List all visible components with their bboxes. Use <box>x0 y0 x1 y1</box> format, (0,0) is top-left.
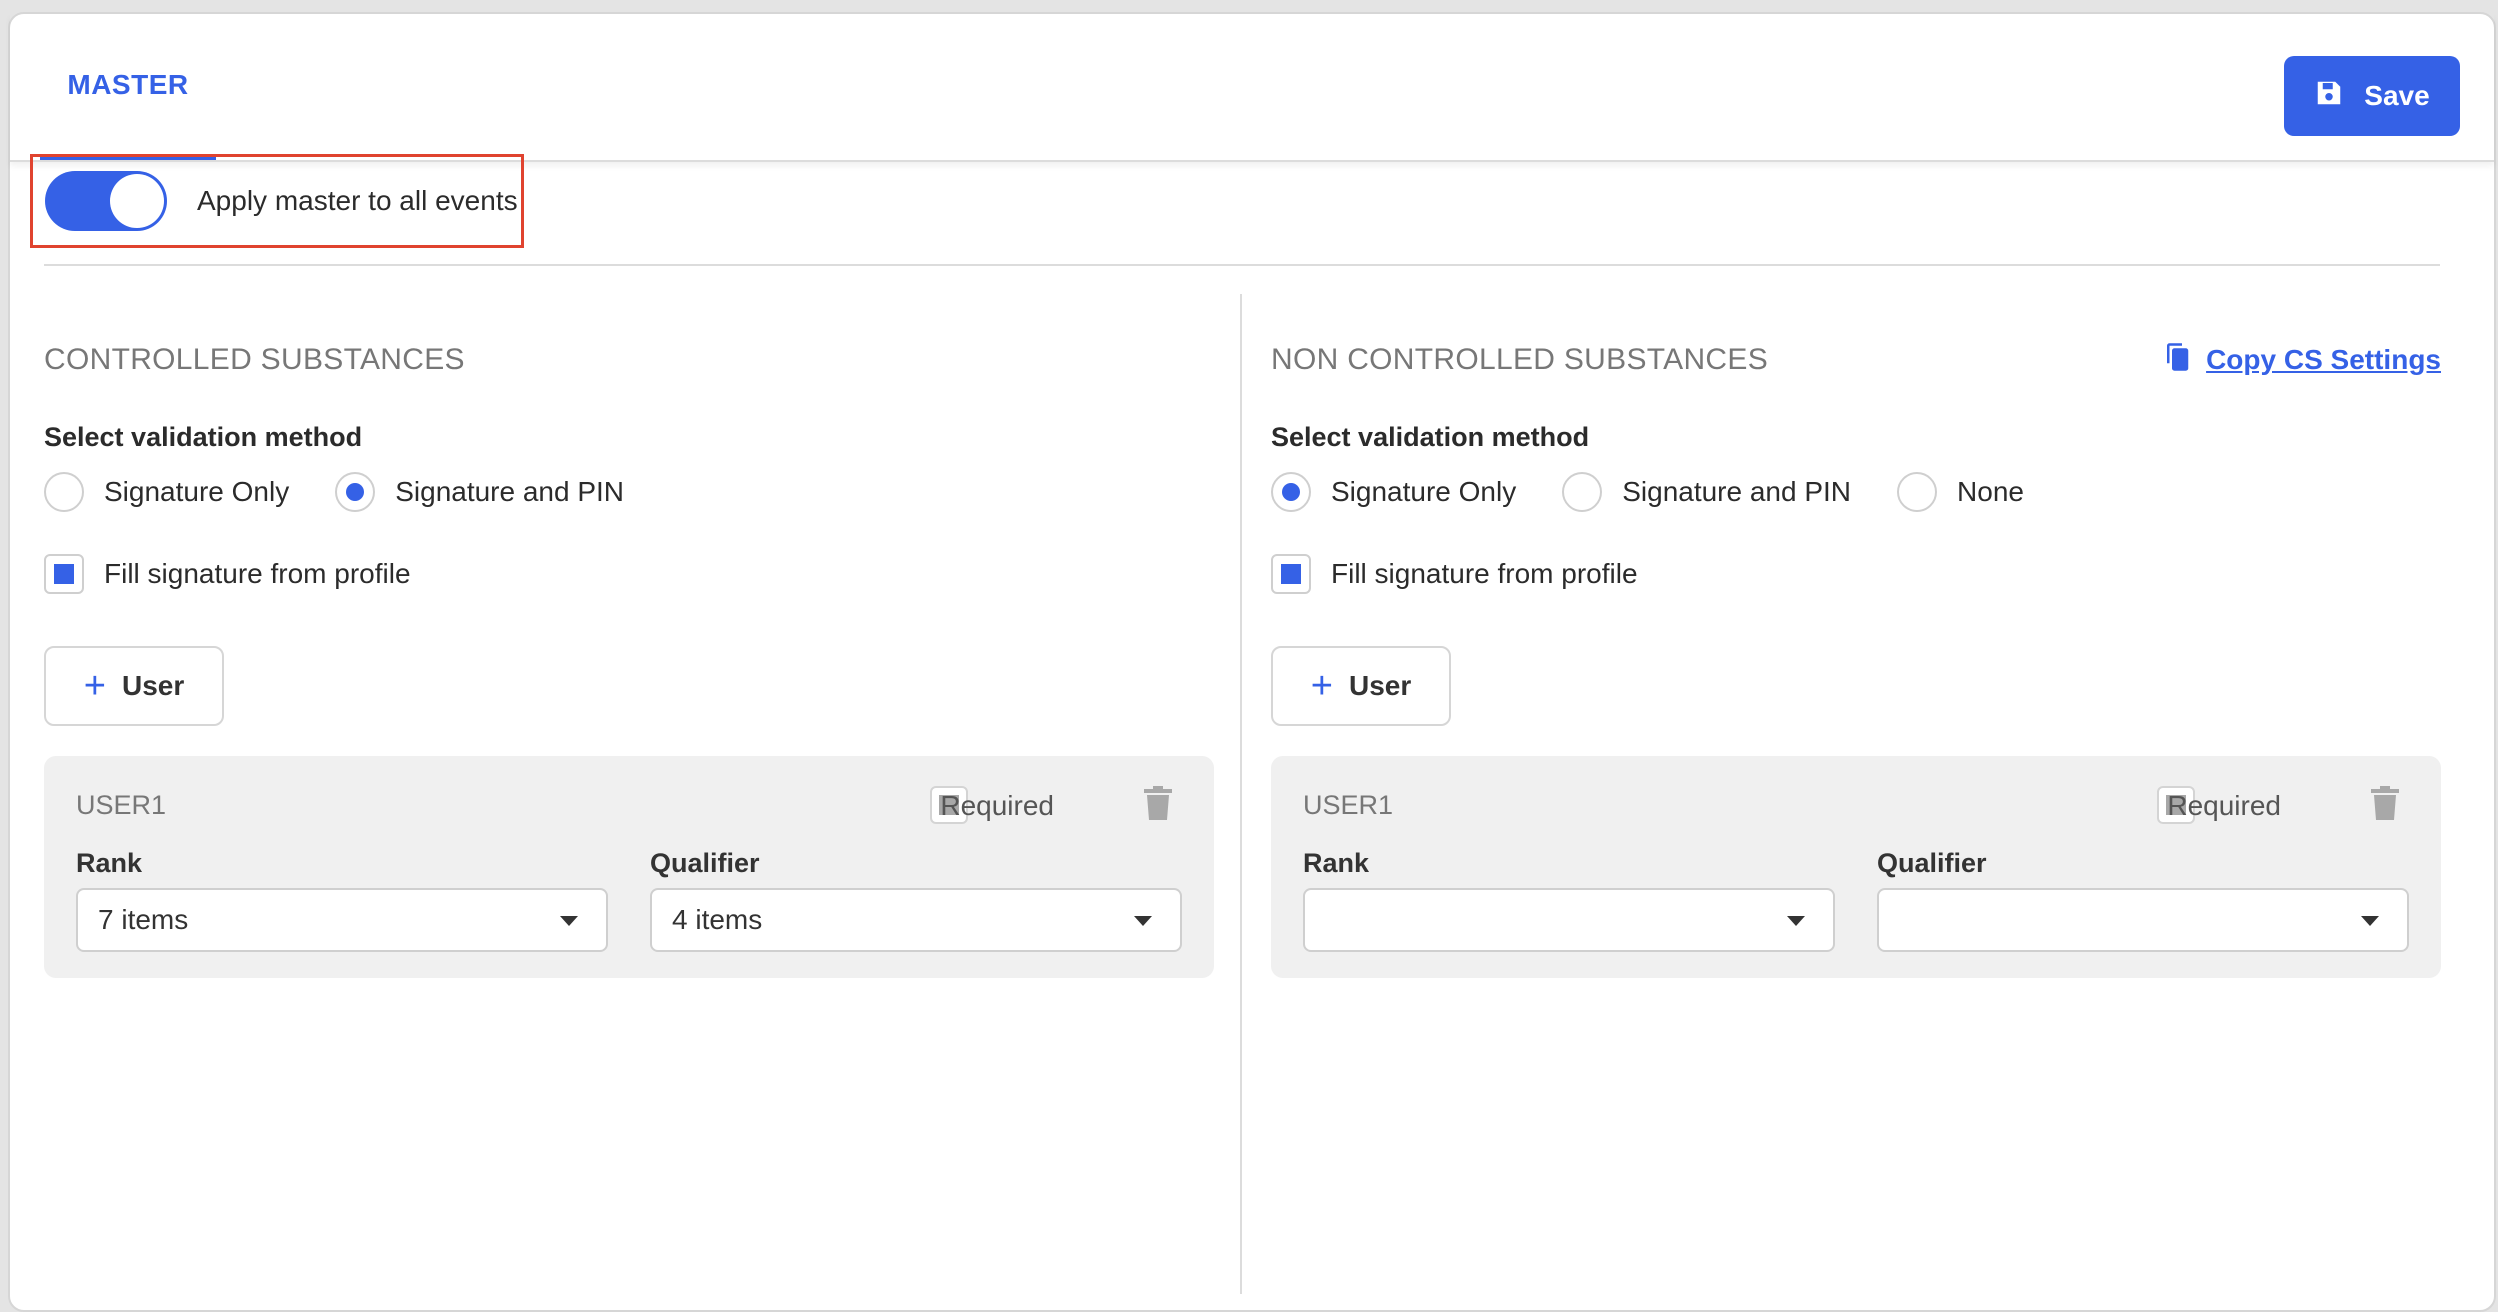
plus-icon: + <box>83 665 106 707</box>
add-user-label: User <box>121 670 185 701</box>
save-icon <box>2314 78 2344 115</box>
user-name: USER1 <box>1303 790 1394 820</box>
add-user-button[interactable]: + User <box>44 646 224 726</box>
qualifier-label: Qualifier <box>650 848 760 878</box>
user-name: USER1 <box>76 790 167 820</box>
plus-icon: + <box>1310 665 1333 707</box>
save-label: Save <box>2364 80 2430 111</box>
section-divider <box>44 264 2440 266</box>
radio-button[interactable] <box>44 472 84 512</box>
trash-icon[interactable] <box>1144 786 1172 820</box>
radio-label: Signature Only <box>104 476 290 507</box>
fill-signature-checkbox-row[interactable]: Fill signature from profile <box>44 554 1214 594</box>
qualifier-label: Qualifier <box>1877 848 1987 878</box>
toggle-knob <box>110 174 164 228</box>
user-card: USER1 Required Rank Qualifier 7 items 4 … <box>44 756 1214 978</box>
validation-method-radios: Signature Only Signature and PIN <box>44 472 1214 512</box>
fill-signature-checkbox[interactable] <box>44 554 84 594</box>
radio-signature-only[interactable]: Signature Only <box>1271 472 1516 512</box>
required-label: Required <box>2167 790 2281 821</box>
tab-master[interactable]: MASTER <box>40 14 216 160</box>
radio-signature-only[interactable]: Signature Only <box>44 472 289 512</box>
caret-down-icon <box>2361 916 2379 926</box>
copy-cs-settings-link[interactable]: Copy CS Settings <box>2162 340 2441 380</box>
radio-label: Signature and PIN <box>395 476 625 507</box>
caret-down-icon <box>560 916 578 926</box>
fill-signature-checkbox[interactable] <box>1271 554 1311 594</box>
controlled-substances-panel: CONTROLLED SUBSTANCES Select validation … <box>44 340 1214 978</box>
radio-signature-and-pin[interactable]: Signature and PIN <box>1562 472 1851 512</box>
rank-select[interactable] <box>1303 888 1835 952</box>
rank-label: Rank <box>76 848 143 878</box>
header-bar: MASTER Save <box>10 14 2494 162</box>
radio-label: None <box>1957 476 2024 507</box>
radio-label: Signature Only <box>1331 476 1517 507</box>
add-user-label: User <box>1348 670 1412 701</box>
rank-label: Rank <box>1303 848 1370 878</box>
save-button[interactable]: Save <box>2284 56 2460 136</box>
trash-icon[interactable] <box>2371 786 2399 820</box>
non-controlled-substances-panel: NON CONTROLLED SUBSTANCES Copy CS Settin… <box>1271 340 2441 978</box>
qualifier-value: 4 items <box>672 904 763 935</box>
rank-select[interactable]: 7 items <box>76 888 608 952</box>
add-user-button[interactable]: + User <box>1271 646 1451 726</box>
validation-method-radios: Signature Only Signature and PIN None <box>1271 472 2441 512</box>
qualifier-select[interactable] <box>1877 888 2409 952</box>
panel-title: CONTROLLED SUBSTANCES <box>44 343 465 376</box>
fill-signature-label: Fill signature from profile <box>1331 558 1638 589</box>
column-divider <box>1240 294 1242 1294</box>
user-card: USER1 Required Rank Qualifier <box>1271 756 2441 978</box>
fill-signature-checkbox-row[interactable]: Fill signature from profile <box>1271 554 2441 594</box>
caret-down-icon <box>1787 916 1805 926</box>
qualifier-select[interactable]: 4 items <box>650 888 1182 952</box>
caret-down-icon <box>1134 916 1152 926</box>
rank-value: 7 items <box>98 904 189 935</box>
radio-label: Signature and PIN <box>1622 476 1852 507</box>
radio-button[interactable] <box>1897 472 1938 512</box>
validation-method-label: Select validation method <box>44 422 363 452</box>
radio-none[interactable]: None <box>1897 472 2024 512</box>
apply-master-label: Apply master to all events <box>197 185 518 216</box>
radio-button[interactable] <box>335 472 376 512</box>
apply-master-toggle[interactable] <box>45 171 167 231</box>
copy-icon <box>2162 342 2192 379</box>
required-label: Required <box>940 790 1054 821</box>
fill-signature-label: Fill signature from profile <box>104 558 411 589</box>
radio-signature-and-pin[interactable]: Signature and PIN <box>335 472 624 512</box>
radio-button[interactable] <box>1562 472 1603 512</box>
radio-button[interactable] <box>1271 472 1311 512</box>
copy-cs-settings-label: Copy CS Settings <box>2206 344 2441 375</box>
apply-master-row: Apply master to all events <box>30 154 524 248</box>
validation-method-label: Select validation method <box>1271 422 1590 452</box>
